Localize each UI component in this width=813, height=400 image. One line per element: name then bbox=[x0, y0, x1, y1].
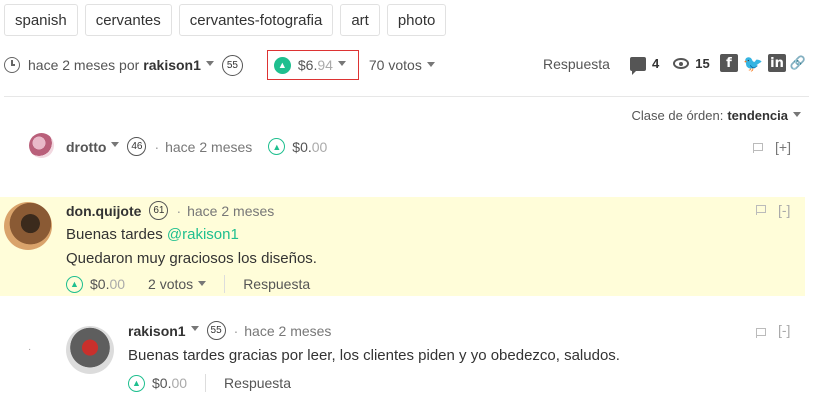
eye-icon bbox=[673, 58, 690, 69]
share-buttons: f 🐦 in 🔗 bbox=[720, 54, 806, 73]
upvote-icon[interactable]: ▲ bbox=[128, 374, 145, 392]
facebook-icon[interactable]: f bbox=[720, 54, 738, 72]
author-reputation: 46 bbox=[127, 137, 147, 156]
sort-control[interactable]: Clase de órden: tendencia bbox=[632, 108, 801, 123]
sort-value[interactable]: tendencia bbox=[727, 108, 788, 123]
post-author[interactable]: rakison1 bbox=[143, 57, 201, 73]
payout-amount[interactable]: $0.00 bbox=[292, 139, 327, 155]
reply-link[interactable]: Respuesta bbox=[243, 276, 310, 292]
action-divider bbox=[205, 374, 207, 392]
sort-caret-icon[interactable] bbox=[793, 112, 801, 118]
comment-time[interactable]: hace 2 meses bbox=[244, 323, 331, 339]
twitter-icon[interactable]: 🐦 bbox=[743, 54, 763, 73]
payout-amount[interactable]: $6.94 bbox=[298, 57, 333, 73]
clock-icon bbox=[4, 57, 20, 73]
tag-list: spanish cervantes cervantes-fotografia a… bbox=[4, 4, 447, 36]
comment-body: Buenas tardes gracias por leer, los clie… bbox=[128, 347, 620, 364]
comment-time[interactable]: hace 2 meses bbox=[165, 139, 252, 155]
post-payout[interactable]: ▲ $6.94 bbox=[266, 50, 359, 80]
author-caret-icon[interactable] bbox=[190, 326, 199, 331]
reply-link[interactable]: Respuesta bbox=[224, 375, 291, 391]
avatar[interactable] bbox=[4, 202, 52, 250]
comment-actions: ▲ $0.00 Respuesta bbox=[128, 374, 291, 392]
flag-icon[interactable] bbox=[753, 143, 763, 153]
avatar[interactable] bbox=[29, 133, 54, 158]
tag-photo[interactable]: photo bbox=[386, 4, 447, 36]
avatar[interactable] bbox=[66, 326, 114, 374]
post-votes[interactable]: 70 votos bbox=[369, 57, 435, 73]
flag-icon[interactable] bbox=[756, 328, 766, 338]
upvote-icon[interactable]: ▲ bbox=[268, 138, 286, 155]
author-reputation: 55 bbox=[206, 321, 226, 340]
comment-rakison1: · rakison1 55 · hace 2 meses [-] Buenas … bbox=[0, 316, 813, 400]
views-count: 15 bbox=[695, 56, 710, 71]
separator-dot: · bbox=[176, 202, 182, 219]
user-mention[interactable]: @rakison1 bbox=[167, 226, 239, 243]
tag-cervantes-fotografia[interactable]: cervantes-fotografia bbox=[178, 4, 334, 36]
author-caret-icon[interactable] bbox=[111, 142, 120, 147]
post-stats: 4 15 bbox=[630, 56, 710, 75]
author-reputation: 61 bbox=[149, 201, 169, 220]
comment-time[interactable]: hace 2 meses bbox=[187, 203, 274, 219]
post-time: hace 2 meses por bbox=[28, 57, 140, 73]
upvote-icon[interactable]: ▲ bbox=[66, 275, 83, 293]
separator-dot: · bbox=[233, 322, 239, 339]
sort-label: Clase de órden: bbox=[631, 108, 724, 123]
comments-icon bbox=[630, 56, 646, 75]
author-reputation: 55 bbox=[221, 54, 243, 76]
section-divider bbox=[4, 96, 809, 97]
comment-author[interactable]: drotto bbox=[66, 139, 106, 155]
votes-caret-icon[interactable] bbox=[198, 280, 207, 286]
link-icon[interactable]: 🔗 bbox=[790, 54, 806, 72]
tag-cervantes[interactable]: cervantes bbox=[84, 4, 172, 36]
comment-actions: ▲ $0.00 2 votos Respuesta bbox=[66, 275, 310, 293]
payout-amount[interactable]: $0.00 bbox=[90, 276, 125, 292]
upvote-icon[interactable]: ▲ bbox=[273, 56, 291, 74]
payout-amount[interactable]: $0.00 bbox=[152, 375, 187, 391]
comments-count: 4 bbox=[652, 56, 660, 71]
votes-caret-icon[interactable] bbox=[426, 61, 435, 67]
tag-art[interactable]: art bbox=[340, 4, 380, 36]
comment-author[interactable]: don.quijote bbox=[66, 203, 141, 219]
comment-drotto: drotto 46 · hace 2 meses ▲ $0.00 [+] bbox=[0, 128, 813, 168]
action-divider bbox=[224, 275, 226, 293]
collapse-toggle[interactable]: [-] bbox=[778, 322, 790, 338]
thread-marker: · bbox=[28, 344, 32, 355]
expand-toggle[interactable]: [+] bbox=[775, 139, 791, 155]
post-reply-link[interactable]: Respuesta bbox=[543, 56, 610, 72]
tag-spanish[interactable]: spanish bbox=[4, 4, 78, 36]
payout-caret-icon[interactable] bbox=[337, 60, 346, 66]
linkedin-icon[interactable]: in bbox=[768, 54, 786, 72]
author-caret-icon[interactable] bbox=[205, 60, 214, 66]
separator-dot: · bbox=[154, 138, 160, 155]
comment-body: Buenas tardes @rakison1 Quedaron muy gra… bbox=[66, 226, 317, 267]
collapse-toggle[interactable]: [-] bbox=[778, 202, 790, 218]
flag-icon[interactable] bbox=[756, 205, 766, 215]
comment-votes[interactable]: 2 votos bbox=[148, 276, 207, 292]
comment-author[interactable]: rakison1 bbox=[128, 323, 186, 339]
comment-don-quijote: don.quijote 61 · hace 2 meses [-] Buenas… bbox=[0, 197, 805, 296]
